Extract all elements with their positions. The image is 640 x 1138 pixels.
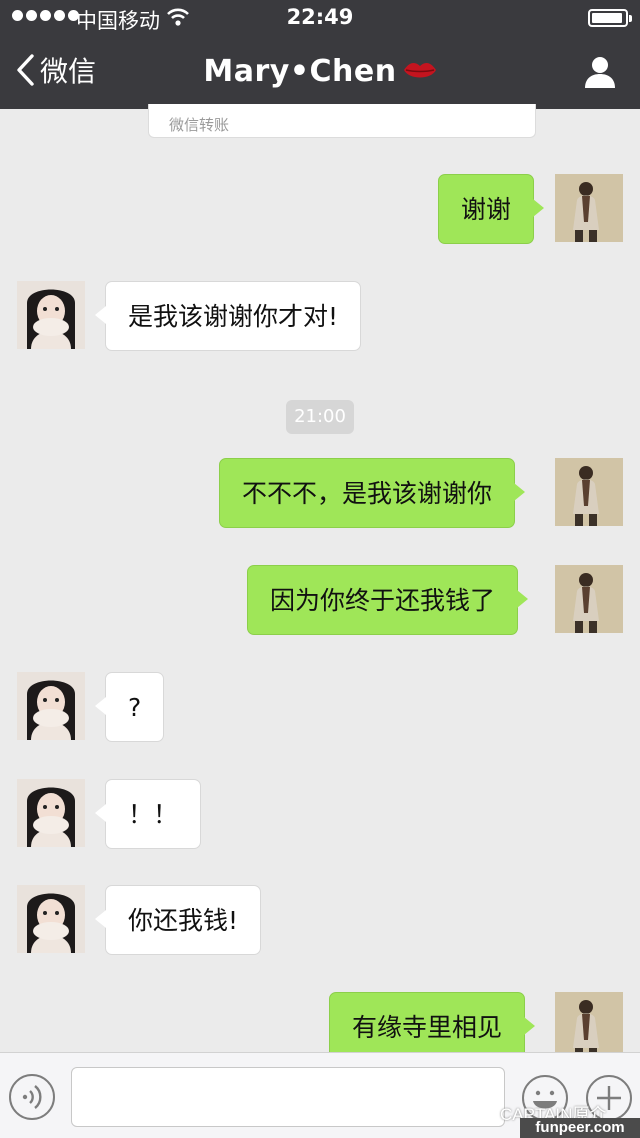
message-text: ? (128, 693, 142, 722)
message-bubble-outgoing[interactable]: 谢谢 (438, 174, 545, 244)
contact-avatar[interactable] (17, 885, 85, 953)
chat-title-text: Mary•Chen (203, 54, 397, 89)
watermark-site: funpeer.com (520, 1118, 640, 1138)
status-bar: 中国移动 22:49 (0, 0, 640, 36)
message-bubble-outgoing[interactable]: 不不不，是我该谢谢你 (219, 458, 526, 528)
my-avatar[interactable] (555, 174, 623, 242)
lips-icon (403, 55, 437, 90)
message-input[interactable] (71, 1067, 505, 1127)
contact-avatar[interactable] (17, 779, 85, 847)
battery-icon (588, 9, 632, 27)
my-avatar[interactable] (555, 458, 623, 526)
message-bubble-outgoing[interactable]: 因为你终于还我钱了 (247, 565, 529, 635)
transfer-card[interactable]: 微信转账 (148, 104, 536, 138)
message-bubble-incoming[interactable]: 是我该谢谢你才对! (94, 281, 362, 351)
message-bubble-incoming[interactable]: ！！ (94, 779, 202, 849)
message-text: 谢谢 (461, 195, 512, 224)
status-time: 22:49 (286, 5, 354, 29)
message-text: 有缘寺里相见 (352, 1013, 503, 1042)
chat-title: Mary•Chen (0, 54, 640, 90)
message-bubble-incoming[interactable]: 你还我钱! (94, 885, 262, 955)
message-bubble-incoming[interactable]: ? (94, 672, 165, 742)
nav-bar: 微信 Mary•Chen (0, 36, 640, 109)
contact-avatar[interactable] (17, 281, 85, 349)
message-text: 因为你终于还我钱了 (270, 586, 496, 615)
profile-icon[interactable] (580, 52, 620, 92)
timestamp-badge: 21:00 (286, 400, 354, 434)
message-text: 不不不，是我该谢谢你 (242, 479, 493, 508)
voice-icon[interactable] (8, 1073, 56, 1121)
my-avatar[interactable] (555, 565, 623, 633)
transfer-card-label: 微信转账 (169, 116, 230, 134)
top-bar: 中国移动 22:49 微信 Mary•Chen (0, 0, 640, 109)
message-text: 是我该谢谢你才对! (128, 302, 339, 331)
contact-avatar[interactable] (17, 672, 85, 740)
message-text: 你还我钱! (128, 906, 239, 935)
message-text: ！！ (128, 800, 179, 829)
my-avatar[interactable] (555, 992, 623, 1060)
